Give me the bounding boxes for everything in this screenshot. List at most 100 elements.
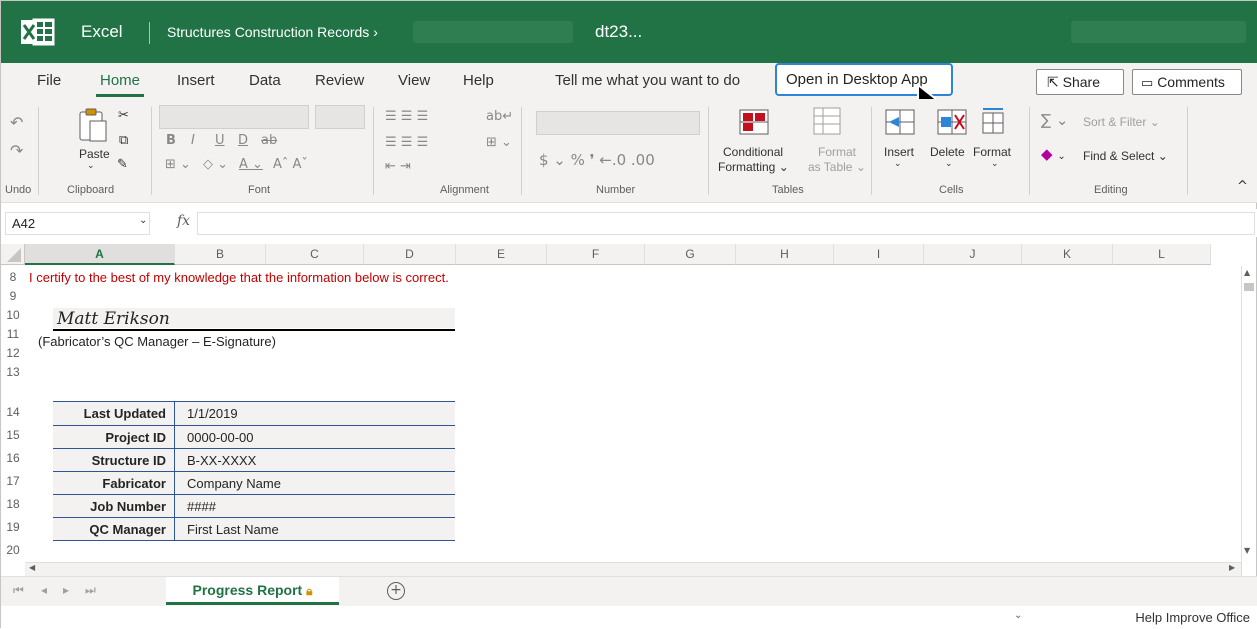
column-header-i[interactable]: I (834, 244, 924, 265)
scroll-right-icon[interactable]: ▶ (1229, 563, 1235, 572)
row-header-10[interactable]: 10 (1, 306, 25, 325)
grow-font-icon[interactable]: Aˆ Aˇ (273, 157, 308, 172)
spreadsheet-grid[interactable]: A B C D E F G H I J K L 8 9 10 11 12 13 … (1, 244, 1257, 576)
format-cells-icon[interactable] (981, 107, 1005, 135)
column-header-h[interactable]: H (736, 244, 834, 265)
collapse-ribbon-icon[interactable]: ^ (1237, 179, 1248, 194)
scroll-thumb[interactable] (1244, 283, 1254, 291)
row-header-8[interactable]: 8 (1, 268, 25, 287)
tell-me-search[interactable]: Tell me what you want to do (555, 63, 740, 99)
column-header-g[interactable]: G (645, 244, 736, 265)
redo-icon[interactable]: ↷ (10, 141, 23, 160)
clear-eraser-icon[interactable]: ◆ ⌄ (1041, 145, 1066, 163)
format-table-label[interactable]: Format (818, 145, 856, 159)
horizontal-scrollbar[interactable]: ◀ ▶ (25, 562, 1241, 576)
insert-cells-icon[interactable] (885, 109, 915, 135)
wrap-text-icon[interactable]: ab↵ (486, 109, 513, 124)
delete-cells-label[interactable]: Delete (930, 145, 965, 159)
copy-icon[interactable]: ⧉ (119, 133, 128, 148)
format-table-label-2[interactable]: as Table ⌄ (808, 160, 866, 174)
conditional-formatting-icon[interactable] (739, 109, 769, 135)
font-color-icon[interactable]: A ⌄ (239, 157, 263, 172)
conditional-label-2[interactable]: Formatting ⌄ (718, 160, 789, 174)
row-header-16[interactable]: 16 (1, 449, 25, 468)
row-header-20[interactable]: 20 (1, 541, 25, 560)
paste-label[interactable]: Paste (79, 147, 110, 161)
last-sheet-icon[interactable]: ⏭ (85, 583, 96, 598)
align-top-icon[interactable]: ☰ ☰ ☰ (385, 109, 428, 124)
undo-icon[interactable]: ↶ (10, 113, 23, 132)
row-header-11[interactable]: 11 (1, 325, 25, 344)
column-header-k[interactable]: K (1022, 244, 1113, 265)
row-header-15[interactable]: 15 (1, 426, 25, 445)
column-header-b[interactable]: B (175, 244, 266, 265)
label-last-updated[interactable]: Last Updated (53, 402, 174, 425)
paste-icon[interactable] (78, 107, 108, 143)
value-project-id[interactable]: 0000-00-00 (175, 426, 455, 449)
row-header-19[interactable]: 19 (1, 518, 25, 537)
label-project-id[interactable]: Project ID (53, 426, 174, 449)
format-as-table-icon[interactable] (813, 107, 843, 137)
vertical-scrollbar[interactable]: ▲ ▼ (1241, 266, 1256, 576)
prev-sheet-icon[interactable]: ◂ (41, 583, 47, 597)
excel-logo-icon[interactable] (21, 17, 55, 47)
indent-icon[interactable]: ⇤ ⇥ (385, 159, 411, 174)
formula-input[interactable] (197, 212, 1255, 235)
next-sheet-icon[interactable]: ▸ (63, 583, 69, 597)
sheet-tab-progress-report[interactable]: Progress Report 🔒︎ (166, 577, 339, 605)
row-header-13[interactable]: 13 (1, 363, 25, 382)
column-header-d[interactable]: D (364, 244, 456, 265)
column-header-j[interactable]: J (924, 244, 1022, 265)
bold-icon[interactable]: B (166, 133, 176, 148)
add-sheet-icon[interactable]: + (387, 582, 405, 600)
accounting-format-icon[interactable]: $ ⌄ % ❜ ←.0 .00 (539, 151, 655, 169)
value-last-updated[interactable]: 1/1/2019 (175, 402, 455, 425)
underline-icon[interactable]: U (215, 133, 225, 148)
select-all-corner[interactable] (1, 244, 25, 265)
align-left-icon[interactable]: ☰ ☰ ☰ (385, 135, 428, 150)
borders-icon[interactable]: ⊞ ⌄ (165, 157, 191, 172)
label-fabricator[interactable]: Fabricator (53, 472, 174, 495)
label-qc-manager[interactable]: QC Manager (53, 518, 174, 541)
column-header-l[interactable]: L (1113, 244, 1211, 265)
insert-cells-label[interactable]: Insert (884, 145, 914, 159)
row-header-9[interactable]: 9 (1, 287, 25, 306)
breadcrumb[interactable]: Structures Construction Records › (167, 1, 378, 63)
comments-button[interactable]: ▭ Comments (1132, 69, 1242, 95)
paste-dropdown-icon[interactable]: ⌄ (87, 161, 95, 171)
row-header-17[interactable]: 17 (1, 472, 25, 491)
number-format-dropdown[interactable] (536, 111, 700, 135)
italic-icon[interactable]: I (191, 133, 195, 148)
column-header-e[interactable]: E (456, 244, 547, 265)
tab-file[interactable]: File (37, 63, 61, 99)
tab-review[interactable]: Review (315, 63, 364, 99)
value-qc-manager[interactable]: First Last Name (175, 518, 455, 541)
status-dropdown-icon[interactable]: ⌄ (1014, 610, 1022, 621)
tab-home[interactable]: Home (95, 63, 145, 99)
insert-dropdown-icon[interactable]: ⌄ (894, 159, 902, 169)
format-dropdown-icon[interactable]: ⌄ (991, 159, 999, 169)
scroll-up-icon[interactable]: ▲ (1244, 268, 1250, 277)
document-title[interactable]: dt23... (595, 1, 642, 63)
find-select-button[interactable]: Find & Select ⌄ (1083, 149, 1168, 163)
row-header-12[interactable]: 12 (1, 344, 25, 363)
label-job-number[interactable]: Job Number (53, 495, 174, 518)
row-header-14[interactable]: 14 (1, 403, 25, 422)
delete-dropdown-icon[interactable]: ⌄ (945, 159, 953, 169)
format-cells-label[interactable]: Format (973, 145, 1011, 159)
autosum-icon[interactable]: ∑ ⌄ (1041, 111, 1068, 129)
label-structure-id[interactable]: Structure ID (53, 449, 174, 472)
tab-insert[interactable]: Insert (177, 63, 215, 99)
share-button[interactable]: ⇱ Share (1036, 69, 1124, 95)
value-structure-id[interactable]: B-XX-XXXX (175, 449, 455, 472)
strikethrough-icon[interactable]: ab (261, 133, 277, 148)
tab-view[interactable]: View (398, 63, 430, 99)
conditional-label[interactable]: Conditional (723, 145, 783, 159)
tab-data[interactable]: Data (249, 63, 281, 99)
column-header-a[interactable]: A (25, 244, 175, 265)
format-painter-icon[interactable]: ✎ (117, 157, 128, 172)
first-sheet-icon[interactable]: ⏮ (13, 583, 24, 598)
name-box[interactable]: A42 (5, 212, 150, 235)
value-job-number[interactable]: #### (175, 495, 455, 518)
double-underline-icon[interactable]: D (238, 133, 248, 148)
